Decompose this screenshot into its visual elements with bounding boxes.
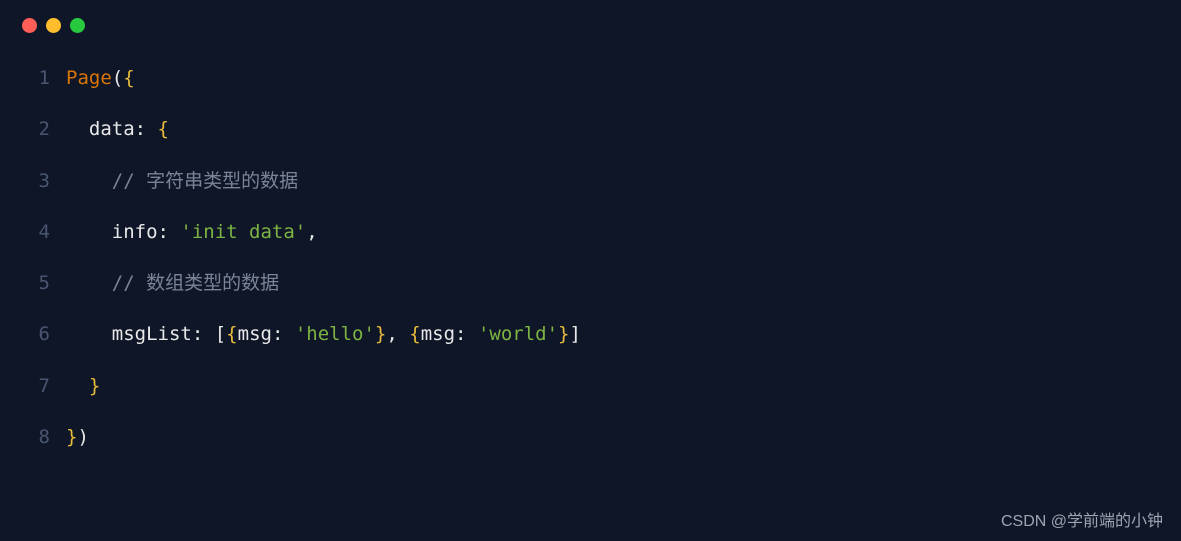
line-content: info: 'init data',: [66, 207, 318, 258]
code-token: [66, 375, 89, 397]
line-number: 8: [22, 412, 50, 463]
line-content: data: {: [66, 104, 169, 155]
code-token: info: [112, 221, 158, 243]
code-token: [66, 221, 112, 243]
line-content: msgList: [{msg: 'hello'}, {msg: 'world'}…: [66, 309, 581, 360]
code-token: [66, 170, 112, 192]
code-token: ,: [306, 221, 317, 243]
code-token: {: [123, 67, 134, 89]
line-content: }): [66, 412, 89, 463]
code-token: }: [375, 323, 386, 345]
line-content: // 数组类型的数据: [66, 258, 279, 309]
code-token: }: [66, 426, 77, 448]
code-token: : [: [192, 323, 226, 345]
code-token: data: [89, 118, 135, 140]
line-content: }: [66, 361, 100, 412]
code-token: // 字符串类型的数据: [112, 170, 298, 192]
close-icon[interactable]: [22, 18, 37, 33]
code-token: }: [558, 323, 569, 345]
code-token: msg: [238, 323, 272, 345]
code-token: ): [77, 426, 88, 448]
code-token: :: [135, 118, 158, 140]
code-token: :: [455, 323, 478, 345]
code-line: 5 // 数组类型的数据: [22, 258, 1159, 309]
code-line: 1 Page({: [22, 53, 1159, 104]
code-token: [66, 272, 112, 294]
code-token: // 数组类型的数据: [112, 272, 279, 294]
line-content: Page({: [66, 53, 135, 104]
line-number: 6: [22, 309, 50, 360]
code-line: 7 }: [22, 361, 1159, 412]
code-token: [66, 118, 89, 140]
code-token: 'init data': [180, 221, 306, 243]
code-token: :: [158, 221, 181, 243]
code-line: 4 info: 'init data',: [22, 207, 1159, 258]
code-token: 'hello': [295, 323, 375, 345]
window-titlebar: [0, 0, 1181, 43]
code-token: }: [89, 375, 100, 397]
code-line: 8}): [22, 412, 1159, 463]
minimize-icon[interactable]: [46, 18, 61, 33]
code-token: {: [158, 118, 169, 140]
maximize-icon[interactable]: [70, 18, 85, 33]
code-line: 6 msgList: [{msg: 'hello'}, {msg: 'world…: [22, 309, 1159, 360]
code-token: 'world': [478, 323, 558, 345]
code-token: Page: [66, 67, 112, 89]
code-token: msg: [421, 323, 455, 345]
code-token: {: [226, 323, 237, 345]
line-number: 2: [22, 104, 50, 155]
line-number: 3: [22, 156, 50, 207]
code-token: msgList: [112, 323, 192, 345]
code-token: :: [272, 323, 295, 345]
code-token: ,: [386, 323, 409, 345]
code-line: 3 // 字符串类型的数据: [22, 156, 1159, 207]
code-token: ]: [569, 323, 580, 345]
line-number: 7: [22, 361, 50, 412]
line-number: 5: [22, 258, 50, 309]
line-number: 4: [22, 207, 50, 258]
code-token: {: [409, 323, 420, 345]
code-line: 2 data: {: [22, 104, 1159, 155]
code-token: [66, 323, 112, 345]
code-token: (: [112, 67, 123, 89]
watermark-text: CSDN @学前端的小钟: [1001, 507, 1163, 531]
code-editor: 1Page({2 data: {3 // 字符串类型的数据4 info: 'in…: [0, 43, 1181, 481]
line-number: 1: [22, 53, 50, 104]
line-content: // 字符串类型的数据: [66, 156, 298, 207]
